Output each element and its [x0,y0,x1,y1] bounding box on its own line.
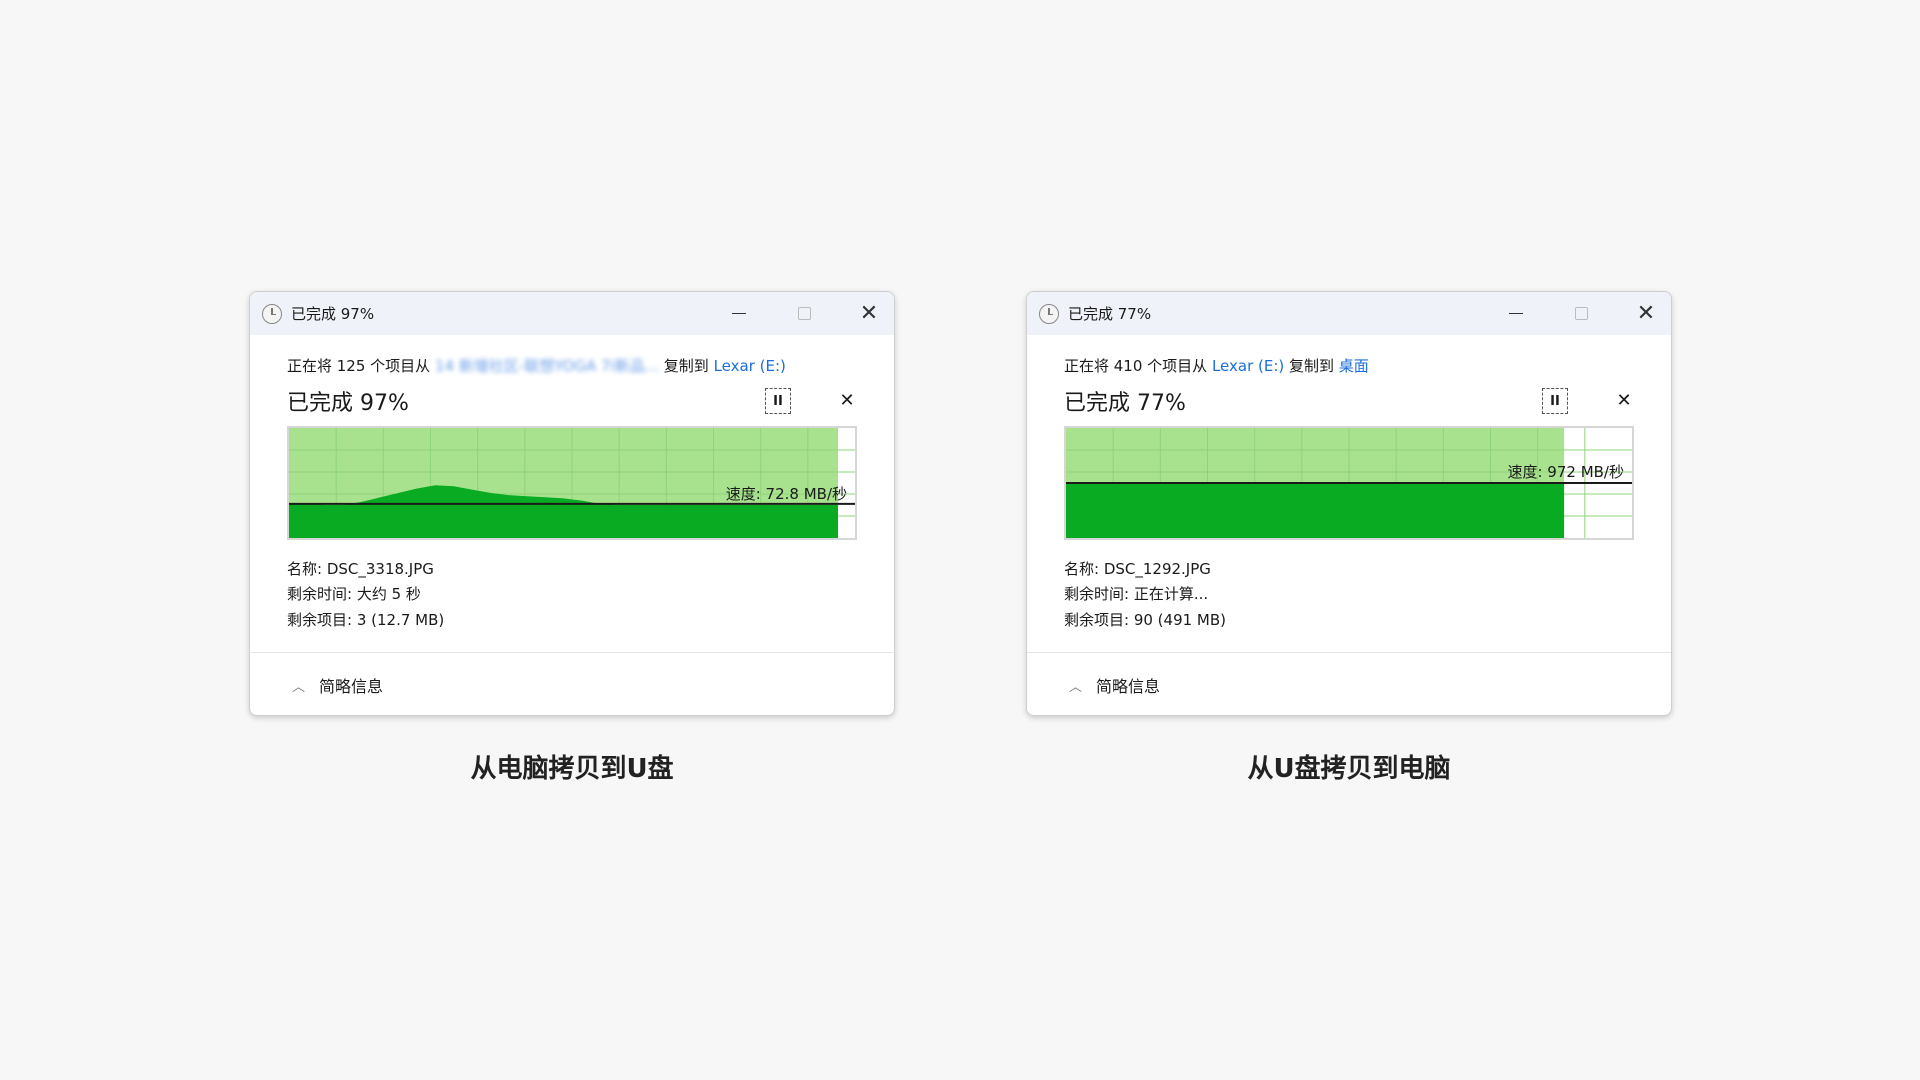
close-window-button[interactable]: ✕ [844,292,894,335]
divider [1027,652,1671,653]
desc-mid: 复制到 [659,357,714,375]
desc-prefix: 正在将 410 个项目从 [1064,357,1212,375]
minimize-button[interactable] [714,292,764,335]
caption: 从电脑拷贝到U盘 [470,754,674,784]
chevron-up-icon: ︿ [1069,679,1083,695]
minimize-icon [1509,312,1523,315]
clock-icon [262,303,282,324]
source-link[interactable]: 14 新增社区-联想YOGA 7i新品... [435,357,659,375]
maximize-button [779,292,829,335]
copy-progress-dialog: 已完成 77% ✕ 正在将 410 个项目从 Lexar (E:) 复制到 桌面… [1026,291,1672,716]
destination-link[interactable]: 桌面 [1339,357,1369,375]
time-remaining: 剩余时间: 正在计算... [1064,585,1209,603]
fewer-details-button[interactable]: ︿ 简略信息 [1069,673,1160,697]
clock-icon [1039,303,1059,324]
maximize-button [1556,292,1606,335]
speed-label: 速度: 972 MB/秒 [1507,463,1624,481]
file-name: 名称: DSC_1292.JPG [1064,560,1211,578]
chevron-up-icon: ︿ [292,679,306,695]
close-window-button[interactable]: ✕ [1621,292,1671,335]
title-bar[interactable]: 已完成 97% ✕ [250,292,894,335]
window-title: 已完成 77% [1068,305,1152,323]
items-remaining: 剩余项目: 90 (491 MB) [1064,611,1227,629]
speed-area [1066,483,1565,538]
items-remaining: 剩余项目: 3 (12.7 MB) [287,611,445,629]
speed-graph: 速度: 72.8 MB/秒 [287,426,857,540]
window-title: 已完成 97% [291,305,375,323]
minimize-button[interactable] [1491,292,1541,335]
copy-description: 正在将 410 个项目从 Lexar (E:) 复制到 桌面 [1064,355,1369,376]
copy-description: 正在将 125 个项目从 14 新增社区-联想YOGA 7i新品... 复制到 … [287,355,786,376]
fewer-details-button[interactable]: ︿ 简略信息 [292,673,383,697]
desc-prefix: 正在将 125 个项目从 [287,357,435,375]
pause-button[interactable]: II [1542,388,1568,414]
desc-mid: 复制到 [1284,357,1339,375]
percent-complete: 已完成 97% [287,391,409,416]
percent-complete: 已完成 77% [1064,391,1186,416]
file-name: 名称: DSC_3318.JPG [287,560,434,578]
divider [250,652,894,653]
minimize-icon [732,312,746,315]
speed-graph: 速度: 972 MB/秒 [1064,426,1634,540]
maximize-icon [1574,307,1588,320]
fewer-details-label: 简略信息 [319,677,384,696]
speed-label: 速度: 72.8 MB/秒 [725,484,847,503]
title-bar[interactable]: 已完成 77% ✕ [1027,292,1671,335]
copy-from-usb-panel: 已完成 77% ✕ 正在将 410 个项目从 Lexar (E:) 复制到 桌面… [1026,291,1672,784]
caption: 从U盘拷贝到电脑 [1247,754,1451,784]
fewer-details-label: 简略信息 [1096,677,1161,696]
source-link[interactable]: Lexar (E:) [1212,357,1284,375]
copy-to-usb-panel: 已完成 97% ✕ 正在将 125 个项目从 14 新增社区-联想YOGA 7i… [249,291,895,784]
destination-link[interactable]: Lexar (E:) [714,357,786,375]
copy-progress-dialog: 已完成 97% ✕ 正在将 125 个项目从 14 新增社区-联想YOGA 7i… [249,291,895,716]
cancel-button[interactable]: ✕ [1611,388,1637,414]
pause-button[interactable]: II [765,388,791,414]
cancel-button[interactable]: ✕ [834,388,860,414]
maximize-icon [797,307,811,320]
time-remaining: 剩余时间: 大约 5 秒 [287,585,421,603]
